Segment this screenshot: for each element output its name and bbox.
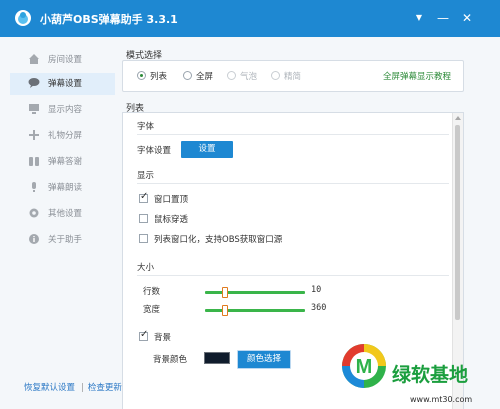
rows-value: 10	[311, 285, 322, 295]
scroll-up-arrow-icon[interactable]	[455, 116, 461, 120]
width-slider-track[interactable]	[205, 309, 305, 312]
gourd-logo-icon	[15, 10, 31, 26]
app-window: 小葫芦OBS弹幕助手 3.3.1 ▼ — ✕ 房间设置 弹幕设置 显示内容 礼物…	[0, 0, 500, 409]
size-group-heading: 大小	[137, 263, 155, 273]
divider	[137, 275, 449, 276]
font-setting-label: 字体设置	[137, 146, 172, 156]
close-button[interactable]: ✕	[456, 9, 478, 27]
menu-dropdown-button[interactable]: ▼	[408, 9, 430, 27]
display-group-heading: 显示	[137, 171, 155, 181]
minimize-button[interactable]: —	[432, 9, 454, 27]
sidebar-item-display-content[interactable]: 显示内容	[10, 99, 115, 121]
sidebar-item-about[interactable]: 关于助手	[10, 229, 115, 251]
sidebar-item-label: 关于助手	[48, 235, 83, 245]
sidebar-item-label: 弹幕朗读	[48, 183, 83, 193]
divider	[137, 134, 449, 135]
window-title: 小葫芦OBS弹幕助手 3.3.1	[40, 13, 178, 26]
sidebar-item-danmaku-settings[interactable]: 弹幕设置	[10, 73, 115, 95]
font-setting-button[interactable]: 设置	[181, 141, 233, 158]
sidebar-item-room-settings[interactable]: 房间设置	[10, 49, 115, 71]
radio-bubble	[227, 71, 236, 80]
radio-compact-label: 精简	[284, 72, 302, 82]
check-update-link[interactable]: 检查更新	[88, 383, 122, 393]
rows-slider-thumb[interactable]	[222, 287, 228, 298]
sidebar-footer: 恢复默认设置 | 检查更新	[24, 381, 124, 393]
plus-icon	[29, 130, 39, 140]
sidebar-item-label: 显示内容	[48, 105, 83, 115]
home-icon	[29, 54, 39, 64]
windowed-list-checkbox[interactable]	[139, 234, 148, 243]
sidebar-item-danmaku-thanks[interactable]: 弹幕答谢	[10, 151, 115, 173]
info-icon	[29, 234, 39, 244]
background-color-label: 背景颜色	[153, 355, 188, 365]
settings-panel: 模式选择 列表 全屏 气泡 精简 全屏弹幕显示教程 列表 字体 字体设置 设置 …	[122, 46, 466, 409]
mouse-passthrough-checkbox[interactable]	[139, 214, 148, 223]
restore-default-link[interactable]: 恢复默认设置	[24, 383, 75, 393]
fullscreen-tutorial-link[interactable]: 全屏弹幕显示教程	[383, 70, 451, 82]
gear-icon	[29, 208, 39, 218]
sidebar-item-label: 礼物分屏	[48, 131, 83, 141]
speech-bubble-icon	[28, 78, 40, 88]
radio-list-label[interactable]: 列表	[150, 70, 167, 82]
watermark-url: www.mt30.com	[410, 395, 473, 404]
watermark-logo-letter: M	[356, 356, 373, 378]
radio-list[interactable]	[137, 71, 146, 80]
sidebar-item-label: 其他设置	[48, 209, 83, 219]
radio-compact	[271, 71, 280, 80]
always-on-top-checkbox[interactable]	[139, 191, 148, 203]
windowed-list-label[interactable]: 列表窗口化，支持OBS获取窗口源	[154, 233, 282, 245]
hands-icon	[29, 157, 39, 166]
color-picker-button[interactable]: 颜色选择	[237, 350, 291, 369]
sidebar-item-label: 弹幕答谢	[48, 157, 83, 167]
background-label[interactable]: 背景	[154, 331, 171, 343]
background-checkbox[interactable]	[139, 329, 148, 341]
sidebar-item-label: 房间设置	[48, 55, 83, 65]
mouse-passthrough-label[interactable]: 鼠标穿透	[154, 213, 188, 225]
always-on-top-label[interactable]: 窗口置顶	[154, 193, 188, 205]
font-group-heading: 字体	[137, 122, 155, 132]
rows-label: 行数	[143, 287, 161, 297]
sidebar-item-label: 弹幕设置	[48, 79, 83, 89]
radio-fullscreen[interactable]	[183, 71, 192, 80]
sidebar-item-gift-split[interactable]: 礼物分屏	[10, 125, 115, 147]
watermark-text: 绿软基地	[392, 364, 469, 386]
sidebar-item-danmaku-readout[interactable]: 弹幕朗读	[10, 177, 115, 199]
width-slider-thumb[interactable]	[222, 305, 228, 316]
scrollbar-thumb[interactable]	[455, 125, 460, 320]
sidebar: 房间设置 弹幕设置 显示内容 礼物分屏 弹幕答谢 弹幕朗读 其他设置 关于助手	[10, 44, 115, 374]
divider	[137, 183, 449, 184]
sidebar-item-other-settings[interactable]: 其他设置	[10, 203, 115, 225]
title-bar: 小葫芦OBS弹幕助手 3.3.1 ▼ — ✕	[0, 0, 500, 37]
width-label: 宽度	[143, 305, 161, 315]
rows-slider-track[interactable]	[205, 291, 305, 294]
monitor-icon	[29, 104, 39, 114]
mode-selector: 列表 全屏 气泡 精简 全屏弹幕显示教程	[122, 60, 464, 92]
width-value: 360	[311, 303, 327, 313]
radio-bubble-label: 气泡	[240, 72, 258, 82]
watermark-logo-icon: M	[339, 341, 389, 391]
footer-separator: |	[81, 383, 84, 393]
radio-fullscreen-label[interactable]: 全屏	[196, 70, 213, 82]
microphone-icon	[32, 182, 36, 192]
background-color-swatch[interactable]	[204, 352, 230, 364]
